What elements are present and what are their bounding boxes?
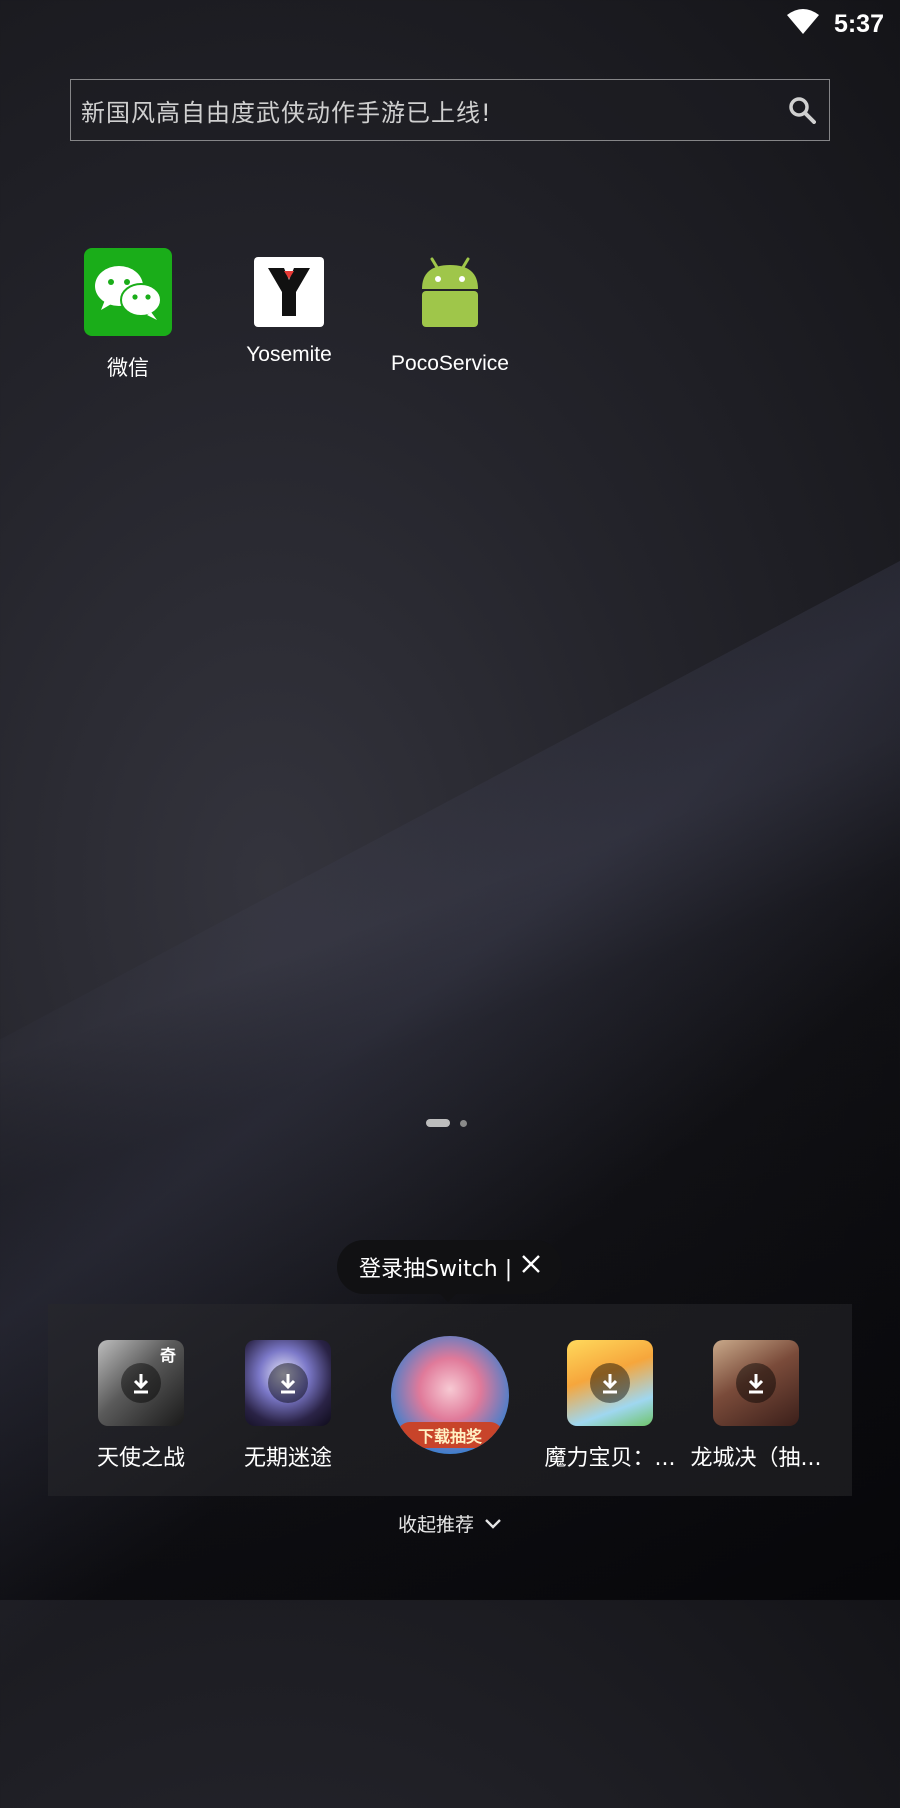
- collapse-label[interactable]: 收起推荐: [398, 1510, 474, 1537]
- rec-label: 无期迷途: [243, 1446, 332, 1471]
- search-icon[interactable]: [785, 93, 819, 127]
- rec-label: 魔力宝贝：...: [544, 1446, 676, 1471]
- status-time: 5:37: [833, 9, 884, 38]
- rec-label: 天使之战: [96, 1446, 185, 1471]
- game-icon[interactable]: [713, 1340, 799, 1426]
- rec-app-wuqi[interactable]: 无期迷途: [213, 1340, 363, 1472]
- lottery-game-icon[interactable]: 下载抽奖: [391, 1336, 509, 1454]
- game-icon[interactable]: 奇: [98, 1340, 184, 1426]
- yosemite-icon[interactable]: [254, 257, 324, 327]
- rec-app-lottery[interactable]: 下载抽奖: [375, 1336, 525, 1454]
- download-icon[interactable]: [121, 1363, 161, 1403]
- app-label: Yosemite: [246, 343, 332, 366]
- rec-label: 龙城决（抽...: [690, 1446, 822, 1471]
- app-yosemite[interactable]: Yosemite: [214, 248, 364, 367]
- collapse-recommendations-button[interactable]: 收起推荐: [0, 1510, 900, 1537]
- rec-app-moli[interactable]: 魔力宝贝：...: [535, 1340, 685, 1472]
- close-icon[interactable]: [520, 1253, 542, 1281]
- download-icon[interactable]: [268, 1363, 308, 1403]
- download-icon[interactable]: [736, 1363, 776, 1403]
- app-label: 微信: [107, 357, 149, 380]
- game-icon[interactable]: [245, 1340, 331, 1426]
- rec-app-longcheng[interactable]: 龙城决（抽...: [681, 1340, 831, 1472]
- tooltip-arrow: [438, 1292, 458, 1302]
- chevron-down-icon[interactable]: [484, 1513, 502, 1535]
- status-bar: 5:37: [0, 0, 900, 48]
- app-wechat[interactable]: 微信: [53, 248, 203, 382]
- wifi-icon: [786, 9, 820, 39]
- page-indicator: [426, 1119, 467, 1127]
- app-label: PocoService: [391, 352, 509, 375]
- search-text[interactable]: 新国风高自由度武侠动作手游已上线!: [81, 93, 785, 128]
- page-dot-active: [426, 1119, 450, 1127]
- download-icon[interactable]: [590, 1363, 630, 1403]
- icon-badge-text: 奇: [159, 1346, 176, 1365]
- app-pocoservice[interactable]: PocoService: [375, 248, 525, 376]
- android-icon[interactable]: [406, 248, 494, 336]
- rec-app-tianshi[interactable]: 奇 天使之战: [66, 1340, 216, 1472]
- search-bar[interactable]: 新国风高自由度武侠动作手游已上线!: [70, 79, 830, 141]
- lottery-badge: 下载抽奖: [397, 1422, 503, 1448]
- wechat-icon[interactable]: [84, 248, 172, 336]
- page-dot: [460, 1119, 467, 1127]
- promo-tooltip[interactable]: 登录抽Switch |: [337, 1240, 563, 1294]
- game-icon[interactable]: [567, 1340, 653, 1426]
- wallpaper-sheen: [0, 532, 900, 1808]
- tooltip-text[interactable]: 登录抽Switch |: [359, 1251, 512, 1283]
